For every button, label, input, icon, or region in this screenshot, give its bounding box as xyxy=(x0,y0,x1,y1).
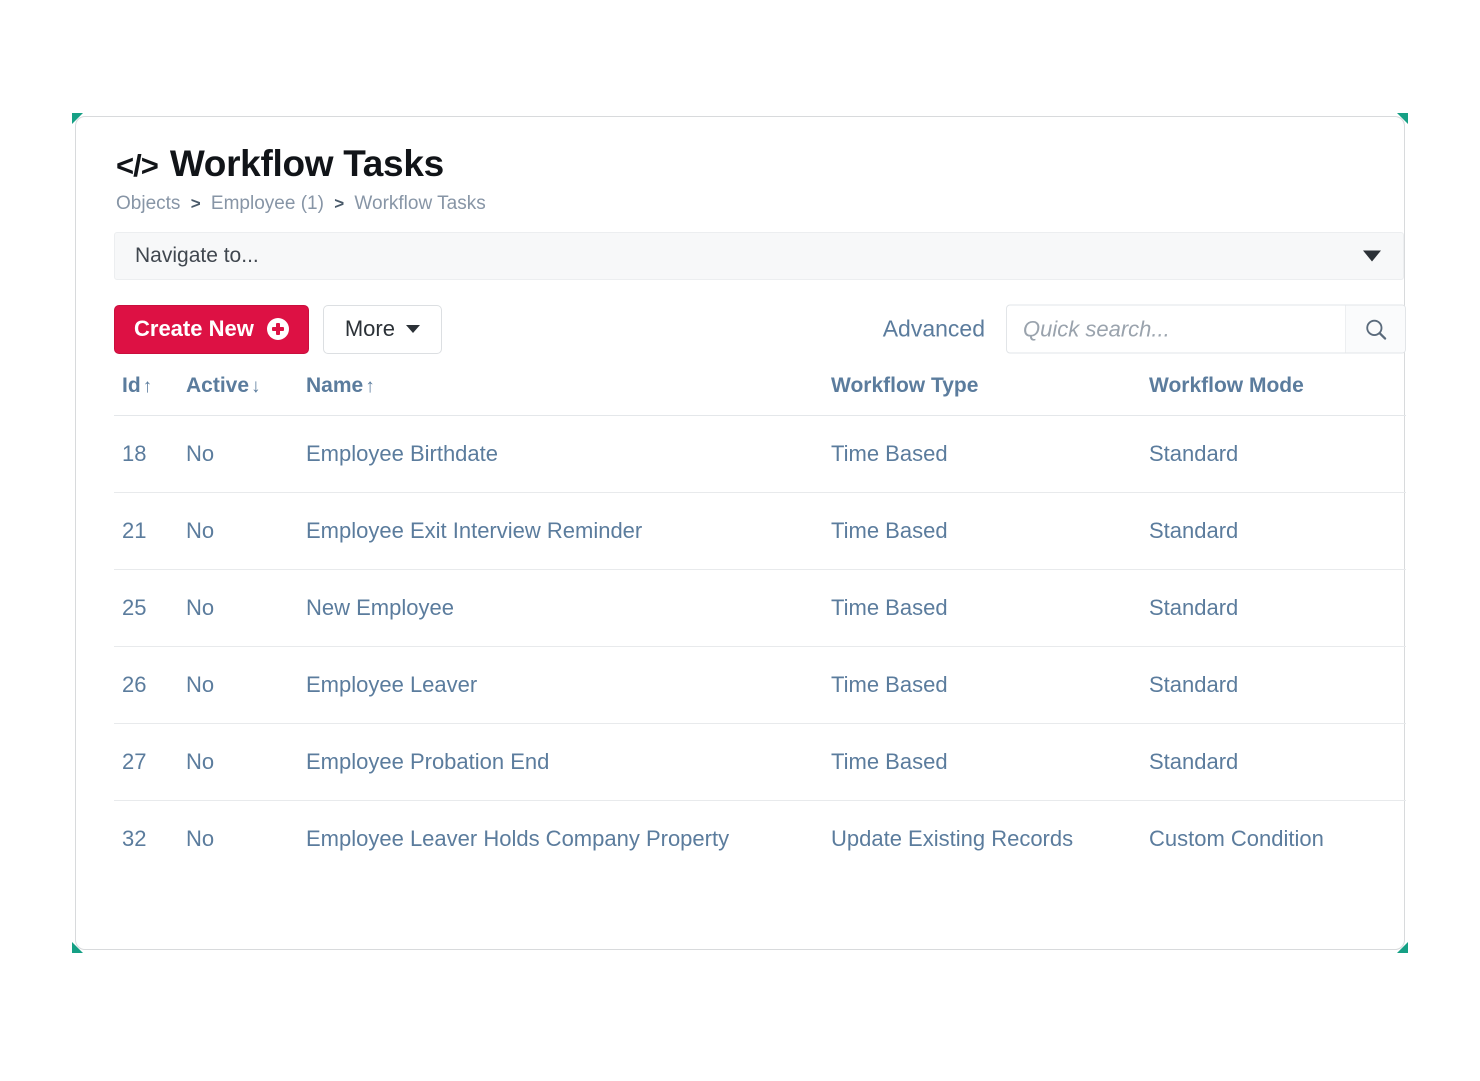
advanced-search-link[interactable]: Advanced xyxy=(883,316,985,343)
caret-down-icon xyxy=(405,325,420,334)
table-row[interactable]: 32 No Employee Leaver Holds Company Proper… xyxy=(114,801,1406,878)
cell-name: New Employee xyxy=(306,569,831,648)
cell-workflow-type: Time Based xyxy=(831,492,1149,571)
corner-marker-top-right xyxy=(1397,113,1408,124)
magnifier-icon xyxy=(1365,319,1386,340)
plus-circle-icon xyxy=(266,318,289,341)
cell-active: No xyxy=(186,826,215,852)
table-body: 18 No Employee Birthdate Time Based Standard… xyxy=(114,415,1406,878)
corner-marker-top-left xyxy=(72,113,83,124)
cell-workflow-mode: Standard xyxy=(1149,415,1406,494)
quick-search-group xyxy=(1006,304,1406,354)
cell-workflow-mode: Custom Condition xyxy=(1149,826,1324,852)
cell-active: No xyxy=(186,723,306,802)
sort-indicator-active: ↓ xyxy=(251,376,261,398)
cell-id: 21 xyxy=(114,492,186,571)
cell-workflow-type: Time Based xyxy=(831,569,1149,648)
more-button[interactable]: More xyxy=(322,304,442,354)
column-header-active[interactable]: Active ↓ xyxy=(186,362,306,417)
cell-name: Employee Leaver xyxy=(306,646,831,725)
cell-name: Employee Birthdate xyxy=(306,415,831,494)
cell-workflow-mode: Standard xyxy=(1149,723,1406,802)
toolbar: Create New More Advanced xyxy=(114,296,1406,362)
breadcrumb-item-employee[interactable]: Employee (1) xyxy=(211,193,324,214)
page-title: </> Workflow Tasks xyxy=(116,143,1382,186)
cell-id: 25 xyxy=(114,569,186,648)
column-header-name-label: Name xyxy=(306,374,364,398)
sort-indicator-name: ↑ xyxy=(365,376,375,398)
table-header-row: Id ↑ Active ↓ Name ↑ Workflow Type Workflow xyxy=(114,362,1406,417)
workflow-tasks-table: Id ↑ Active ↓ Name ↑ Workflow Type Workflow xyxy=(114,362,1406,877)
table-row[interactable]: 27 No Employee Probation End Time Based Stan… xyxy=(114,723,1406,802)
create-new-button[interactable]: Create New xyxy=(114,304,309,354)
column-header-active-label: Active xyxy=(186,374,250,398)
toolbar-right-group: Advanced xyxy=(883,304,1406,354)
page-title-text: Workflow Tasks xyxy=(169,143,444,184)
sort-indicator-id: ↑ xyxy=(142,376,153,398)
breadcrumb-item-workflow-tasks[interactable]: Workflow Tasks xyxy=(354,193,485,214)
column-header-workflow-mode[interactable]: Workflow Mode xyxy=(1149,362,1406,417)
cell-id: 26 xyxy=(114,646,186,725)
cell-id: 18 xyxy=(114,415,186,494)
cell-id: 32 xyxy=(122,826,147,852)
cell-name: Employee Leaver Holds Company Property xyxy=(306,826,730,852)
navigate-to-select[interactable]: Navigate to... xyxy=(114,232,1404,281)
create-new-label: Create New xyxy=(134,316,254,342)
cell-active: No xyxy=(186,569,306,648)
cell-name: Employee Exit Interview Reminder xyxy=(306,492,831,571)
cell-workflow-type: Time Based xyxy=(831,646,1149,725)
column-header-id-label: Id xyxy=(122,374,141,398)
breadcrumb-item-objects[interactable]: Objects xyxy=(116,193,180,214)
breadcrumb-separator: > xyxy=(190,193,201,213)
cell-id: 27 xyxy=(114,723,186,802)
code-brackets-icon: </> xyxy=(116,148,159,183)
column-header-id[interactable]: Id ↑ xyxy=(114,362,186,417)
breadcrumb-separator: > xyxy=(334,193,345,213)
cell-workflow-type: Time Based xyxy=(831,415,1149,494)
cell-workflow-mode: Standard xyxy=(1149,569,1406,648)
cell-workflow-type: Time Based xyxy=(831,723,1149,802)
search-submit-button[interactable] xyxy=(1345,305,1405,353)
cell-active: No xyxy=(186,415,306,494)
breadcrumb: Objects > Employee (1) > Workflow Tasks xyxy=(116,190,1382,219)
column-header-name[interactable]: Name ↑ xyxy=(306,362,831,417)
column-header-workflow-type-label: Workflow Type xyxy=(831,374,979,398)
cell-workflow-mode: Standard xyxy=(1149,492,1406,571)
navigate-to-label: Navigate to... xyxy=(135,244,259,268)
cell-active: No xyxy=(186,646,306,725)
workflow-tasks-card: </> Workflow Tasks Objects > Employee (1… xyxy=(72,113,1408,953)
more-label: More xyxy=(344,316,395,342)
table-row[interactable]: 26 No Employee Leaver Time Based Standard xyxy=(114,646,1406,725)
table-row[interactable]: 21 No Employee Exit Interview Reminder Time… xyxy=(114,492,1406,571)
cell-workflow-type: Update Existing Records xyxy=(831,826,1074,852)
corner-marker-bottom-right xyxy=(1397,942,1408,953)
page-root: </> Workflow Tasks Objects > Employee (1… xyxy=(0,0,1480,1081)
table-header: Id ↑ Active ↓ Name ↑ Workflow Type Workflow xyxy=(114,362,1406,417)
cell-active: No xyxy=(186,492,306,571)
chevron-down-icon xyxy=(1363,250,1381,262)
table-row[interactable]: 25 No New Employee Time Based Standard xyxy=(114,569,1406,648)
table-row[interactable]: 18 No Employee Birthdate Time Based Standard xyxy=(114,415,1406,494)
column-header-workflow-type[interactable]: Workflow Type xyxy=(831,362,1149,417)
search-input[interactable] xyxy=(1007,305,1345,353)
cell-name: Employee Probation End xyxy=(306,723,831,802)
cell-workflow-mode: Standard xyxy=(1149,646,1406,725)
card-body: </> Workflow Tasks Objects > Employee (1… xyxy=(72,113,1408,953)
corner-marker-bottom-left xyxy=(72,942,83,953)
column-header-workflow-mode-label: Workflow Mode xyxy=(1149,374,1304,398)
